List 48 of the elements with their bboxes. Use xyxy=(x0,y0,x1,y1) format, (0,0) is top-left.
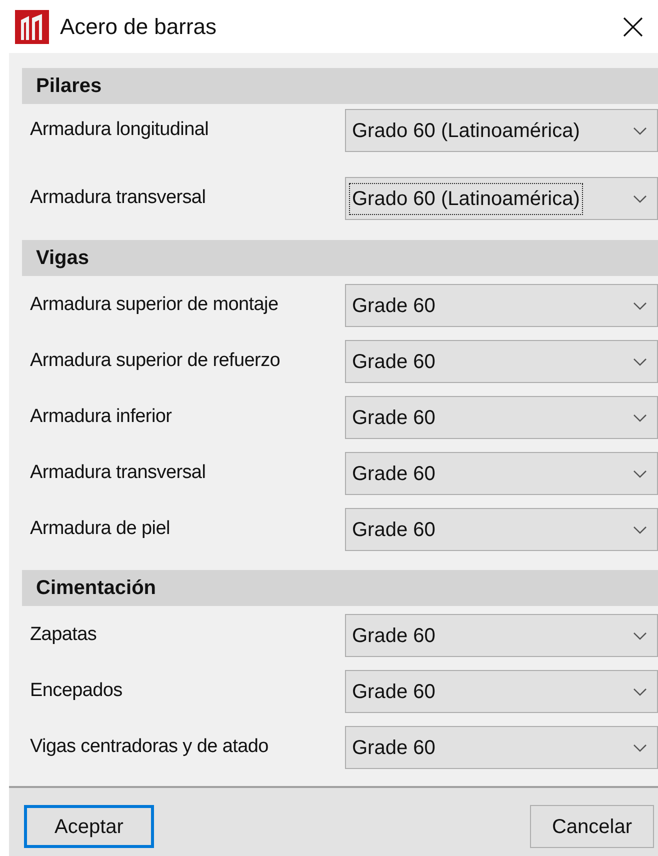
dropdown[interactable]: Grado 60 (Latinoamérica) xyxy=(345,177,658,220)
dropdown-value: Grade 60 xyxy=(351,294,436,318)
dropdown[interactable]: Grade 60 xyxy=(345,670,658,713)
dropdown-value: Grade 60 xyxy=(351,518,436,542)
field-label: Zapatas xyxy=(29,623,98,648)
dropdown-value: Grado 60 (Latinoamérica) xyxy=(350,184,582,214)
dropdown[interactable]: Grade 60 xyxy=(345,452,658,495)
dropdown[interactable]: Grade 60 xyxy=(345,396,658,439)
dropdown-value: Grade 60 xyxy=(351,462,436,486)
field-label: Encepados xyxy=(29,679,124,704)
chevron-down-icon xyxy=(633,470,647,478)
section-header: Cimentación xyxy=(22,570,658,606)
field-label: Armadura superior de montaje xyxy=(29,293,280,318)
dropdown[interactable]: Grado 60 (Latinoamérica) xyxy=(345,109,658,152)
app-icon xyxy=(15,10,49,44)
chevron-down-icon xyxy=(633,526,647,534)
chevron-down-icon xyxy=(633,126,647,134)
accept-button[interactable]: Aceptar xyxy=(24,805,154,848)
window-title: Acero de barras xyxy=(60,13,217,41)
dropdown[interactable]: Grade 60 xyxy=(345,508,658,551)
dropdown[interactable]: Grade 60 xyxy=(345,284,658,327)
dropdown[interactable]: Grade 60 xyxy=(345,614,658,657)
field-label: Armadura superior de refuerzo xyxy=(29,349,282,374)
chevron-down-icon xyxy=(633,414,647,422)
chevron-down-icon xyxy=(633,302,647,310)
field-label: Armadura transversal xyxy=(29,186,207,210)
dropdown-value: Grade 60 xyxy=(351,406,436,430)
chevron-down-icon xyxy=(633,688,647,696)
chevron-down-icon xyxy=(633,632,647,640)
dropdown-value: Grade 60 xyxy=(351,350,436,374)
field-label: Vigas centradoras y de atado xyxy=(29,735,270,760)
dropdown-value: Grade 60 xyxy=(351,624,436,648)
dropdown[interactable]: Grade 60 xyxy=(345,340,658,383)
dropdown[interactable]: Grade 60 xyxy=(345,726,658,769)
cancel-button[interactable]: Cancelar xyxy=(530,805,654,848)
close-icon xyxy=(623,16,643,36)
chevron-down-icon xyxy=(633,358,647,366)
dropdown-value: Grado 60 (Latinoamérica) xyxy=(351,118,581,144)
field-label: Armadura inferior xyxy=(29,405,173,430)
field-label: Armadura longitudinal xyxy=(29,118,210,142)
section-header: Pilares xyxy=(22,68,658,104)
dropdown-value: Grade 60 xyxy=(351,680,436,704)
chevron-down-icon xyxy=(633,194,647,202)
field-label: Armadura de piel xyxy=(29,517,171,542)
field-label: Armadura transversal xyxy=(29,461,207,486)
chevron-down-icon xyxy=(633,744,647,752)
dropdown-value: Grade 60 xyxy=(351,736,436,760)
section-header: Vigas xyxy=(22,240,658,276)
